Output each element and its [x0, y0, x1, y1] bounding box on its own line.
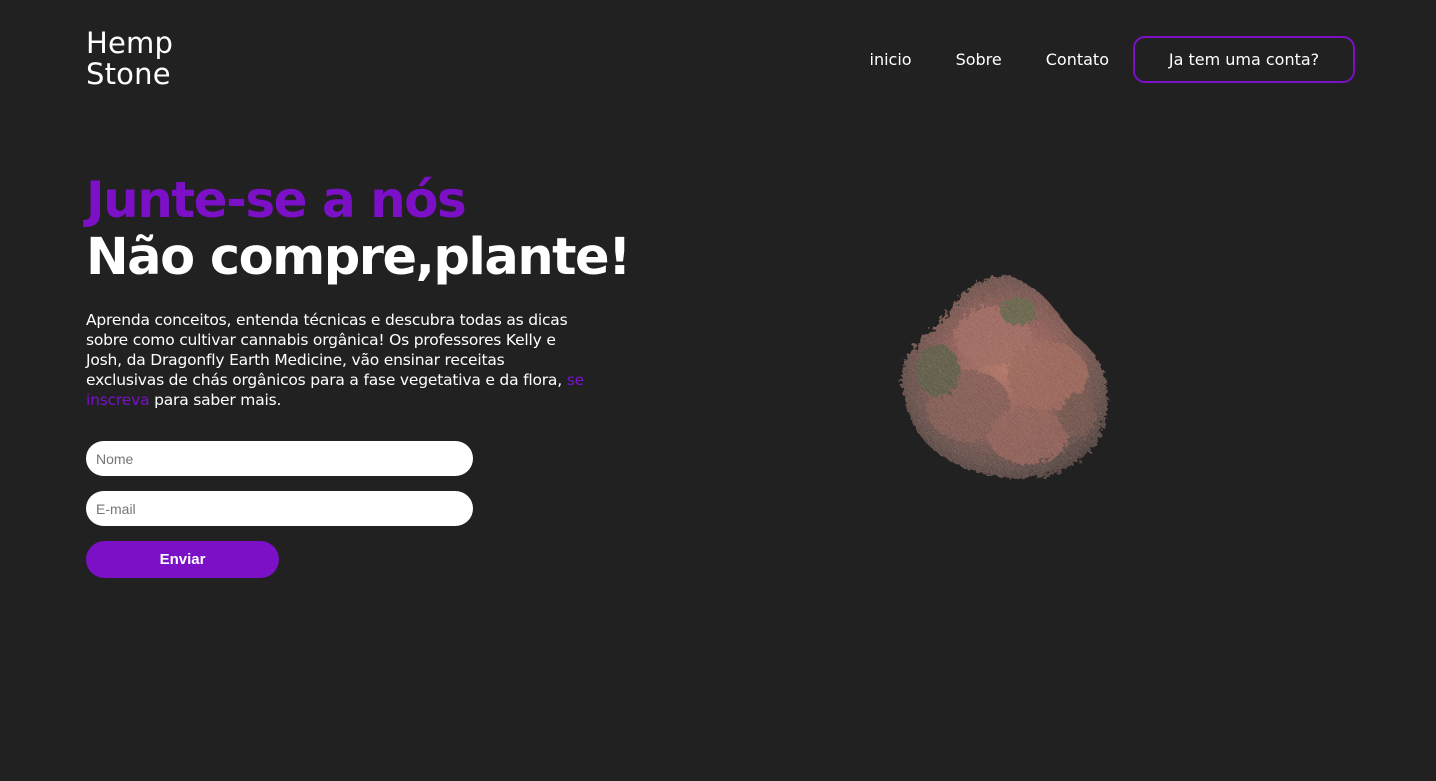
- nav-link-sobre[interactable]: Sobre: [956, 50, 1002, 69]
- logo-line-1: Hemp: [86, 26, 174, 60]
- nav-link-inicio[interactable]: inicio: [870, 50, 912, 69]
- hero-description: Aprenda conceitos, entenda técnicas e de…: [86, 310, 586, 410]
- email-input[interactable]: [86, 491, 473, 526]
- submit-button[interactable]: Enviar: [86, 541, 279, 578]
- login-button[interactable]: Ja tem uma conta?: [1133, 36, 1355, 83]
- description-text: Aprenda conceitos, entenda técnicas e de…: [86, 311, 568, 389]
- nav-link-contato[interactable]: Contato: [1046, 50, 1109, 69]
- hero-title-main: Não compre,plante!: [86, 228, 631, 287]
- name-input[interactable]: [86, 441, 473, 476]
- hero-title: Junte-se a nós Não compre,plante!: [86, 170, 631, 287]
- logo-line-2: Stone: [86, 57, 171, 91]
- cannabis-bud-image: [901, 276, 1108, 479]
- hero-title-accent: Junte-se a nós: [86, 171, 467, 229]
- main-nav: inicio Sobre Contato Ja tem uma conta?: [870, 36, 1355, 83]
- description-text-end: para saber mais.: [154, 391, 282, 409]
- logo[interactable]: Hemp Stone: [86, 28, 173, 90]
